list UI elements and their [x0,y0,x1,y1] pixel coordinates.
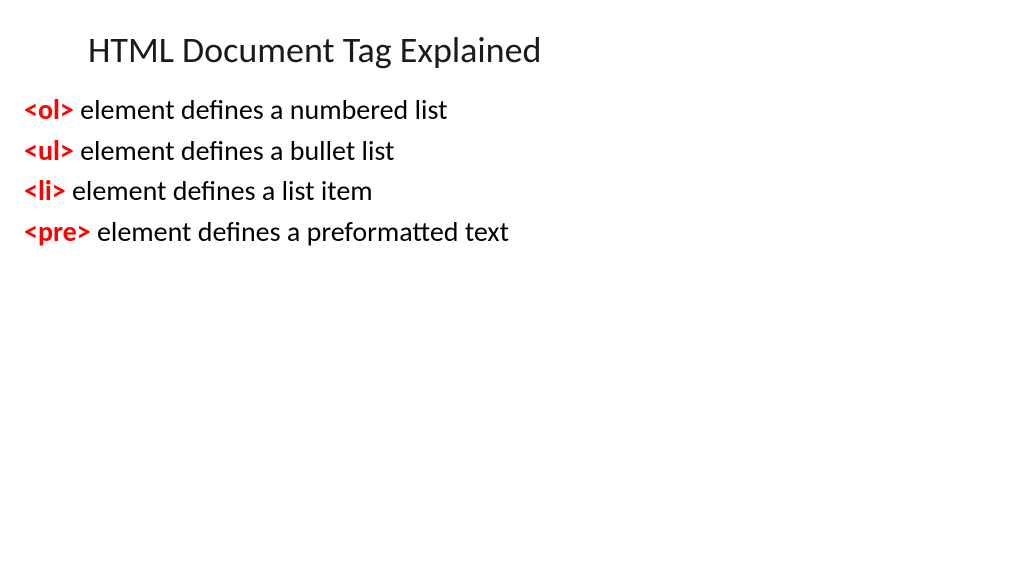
slide: HTML Document Tag Explained <ol> element… [0,0,1024,576]
slide-title: HTML Document Tag Explained [0,0,1024,72]
tag-description: element defines a numbered list [74,92,448,127]
list-item: <pre> element defines a preformatted tex… [24,212,1024,253]
tag-name: <ol> [24,92,74,127]
list-item: <ul> element defines a bullet list [24,131,1024,172]
list-item: <li> element defines a list item [24,171,1024,212]
tag-name: <pre> [24,214,91,249]
list-item: <ol> element defines a numbered list [24,90,1024,131]
tag-description: element defines a list item [66,173,373,208]
tag-description: element defines a preformatted text [91,214,509,249]
tag-name: <ul> [24,133,74,168]
tag-name: <li> [24,173,66,208]
content-block: <ol> element defines a numbered list <ul… [0,72,1024,252]
tag-description: element defines a bullet list [74,133,395,168]
